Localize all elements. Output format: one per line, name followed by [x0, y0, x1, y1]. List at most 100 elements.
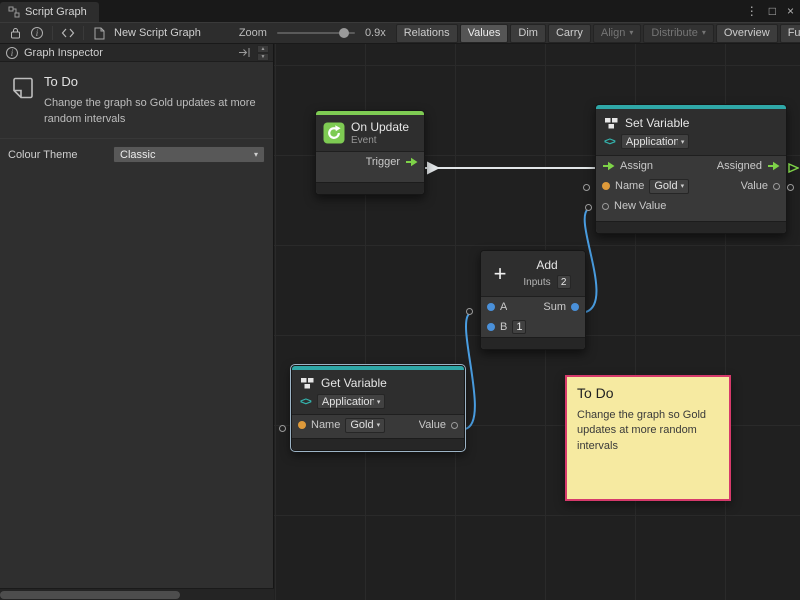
inspector-todo-text: Change the graph so Gold updates at more…	[44, 96, 256, 128]
get-name-outer-port[interactable]	[279, 425, 286, 432]
code-view-icon[interactable]	[58, 24, 78, 42]
align-button[interactable]: Align ▾	[593, 24, 641, 43]
maximize-icon[interactable]: □	[769, 4, 776, 18]
scope-value: Application	[626, 136, 678, 148]
distribute-button[interactable]: Distribute▾	[643, 24, 713, 43]
sum-output-port[interactable]	[571, 303, 579, 311]
assigned-port-label: Assigned	[717, 160, 762, 172]
inspector-header: i Graph Inspector ▲ ▼	[0, 44, 273, 62]
sticky-note-text: Change the graph so Gold updates at more…	[577, 408, 707, 454]
variables-icon	[300, 377, 315, 390]
node-title: Get Variable	[321, 376, 387, 390]
relations-button[interactable]: Relations	[396, 24, 458, 43]
script-graph-asset-icon	[89, 24, 109, 42]
distribute-label: Distribute	[651, 27, 697, 39]
value-port-label: Value	[419, 419, 446, 431]
dim-button[interactable]: Dim	[510, 24, 546, 43]
sum-port-label: Sum	[543, 301, 566, 313]
assign-input-port[interactable]	[602, 161, 615, 171]
trigger-output-port[interactable]	[405, 157, 418, 167]
assign-port-label: Assign	[620, 160, 653, 172]
colour-theme-dropdown[interactable]: Classic ▾	[113, 146, 265, 163]
a-input-port[interactable]	[487, 303, 495, 311]
info-icon: i	[31, 27, 43, 39]
dock-panel-icon[interactable]	[238, 47, 251, 58]
value-output-port[interactable]	[451, 422, 458, 429]
trigger-port-label: Trigger	[366, 156, 400, 168]
full-screen-button[interactable]: Full Screen	[780, 24, 800, 43]
zoom-slider-thumb[interactable]	[339, 28, 349, 38]
value-output-port[interactable]	[773, 183, 780, 190]
chevron-down-icon: ▾	[681, 182, 685, 190]
node-footer	[316, 182, 424, 194]
get-variable-node[interactable]: Get Variable <> Application ▾ Name	[291, 365, 465, 451]
values-button[interactable]: Values	[460, 24, 509, 43]
name-port-label: Name	[311, 419, 340, 431]
node-subtitle: Event	[351, 135, 409, 146]
scroll-down-icon[interactable]: ▼	[257, 53, 269, 61]
node-title: Set Variable	[625, 116, 689, 130]
graph-canvas[interactable]: On Update Event Trigger	[274, 44, 800, 600]
full-screen-label: Full Screen	[788, 27, 800, 39]
tab-script-graph[interactable]: Script Graph	[0, 2, 99, 22]
overview-button[interactable]: Overview	[716, 24, 778, 43]
set-variable-node[interactable]: Set Variable <> Application ▾	[595, 104, 787, 234]
name-input-port[interactable]	[298, 421, 306, 429]
new-value-outer-port[interactable]	[585, 204, 592, 211]
window-menu-icon[interactable]: ⋮	[746, 4, 758, 18]
zoom-slider[interactable]	[277, 32, 355, 34]
value-outer-port[interactable]	[787, 184, 794, 191]
graph-inspector-panel: i Graph Inspector ▲ ▼ To Do Change the g…	[0, 44, 274, 600]
scroll-up-icon[interactable]: ▲	[257, 45, 269, 53]
graph-name-label: New Script Graph	[114, 27, 201, 39]
new-value-port-label: New Value	[614, 200, 666, 212]
assigned-output-port[interactable]	[767, 161, 780, 171]
overview-label: Overview	[724, 27, 770, 39]
chevron-down-icon: ▾	[629, 29, 633, 37]
variable-name-dropdown[interactable]: Gold ▾	[345, 418, 385, 433]
tab-title: Script Graph	[25, 6, 87, 18]
on-update-icon	[323, 122, 345, 144]
colour-theme-label: Colour Theme	[8, 149, 113, 161]
wire-value-to-a[interactable]	[465, 314, 475, 429]
inspector-title: Graph Inspector	[24, 47, 103, 59]
zoom-value: 0.9x	[365, 27, 386, 39]
close-icon[interactable]: ×	[787, 4, 794, 18]
inspector-horizontal-scrollbar[interactable]	[0, 588, 274, 600]
new-value-input-port[interactable]	[602, 203, 609, 210]
b-value-field[interactable]: 1	[512, 320, 526, 334]
code-icon: <>	[300, 396, 311, 408]
sticky-note[interactable]: To Do Change the graph so Gold updates a…	[565, 375, 731, 501]
chevron-down-icon: ▾	[377, 398, 381, 406]
a-outer-port[interactable]	[466, 308, 473, 315]
inputs-count-field[interactable]: 2	[557, 275, 571, 289]
inspector-todo-title: To Do	[44, 74, 261, 89]
name-input-port[interactable]	[602, 182, 610, 190]
assigned-outer-port[interactable]	[787, 163, 799, 173]
variable-scope-dropdown[interactable]: Application ▾	[317, 394, 386, 409]
align-label: Align	[601, 27, 625, 39]
a-port-label: A	[500, 301, 507, 313]
scrollbar-thumb[interactable]	[0, 591, 180, 599]
on-update-node[interactable]: On Update Event Trigger	[315, 110, 425, 195]
note-icon	[11, 76, 35, 100]
wire-arrowhead	[427, 162, 440, 175]
info-icon: i	[6, 47, 18, 59]
add-node[interactable]: + Add Inputs 2 A Sum	[480, 250, 586, 350]
zoom-label: Zoom	[239, 27, 267, 39]
b-input-port[interactable]	[487, 323, 495, 331]
chevron-down-icon: ▾	[681, 138, 685, 146]
carry-button[interactable]: Carry	[548, 24, 591, 43]
inspector-toggle-icon[interactable]: i	[27, 24, 47, 42]
node-footer	[596, 221, 786, 233]
graph-toolbar: i New Script Graph Zoom 0.9x Relations V…	[0, 22, 800, 44]
variable-scope-dropdown[interactable]: Application ▾	[621, 134, 690, 149]
relations-label: Relations	[404, 27, 450, 39]
chevron-down-icon: ▾	[254, 150, 258, 159]
name-outer-port[interactable]	[583, 184, 590, 191]
toolbar-button-group: Relations Values Dim Carry Align ▾ Distri…	[396, 24, 800, 43]
variable-name-dropdown[interactable]: Gold ▾	[649, 179, 689, 194]
inspector-todo-section: To Do Change the graph so Gold updates a…	[0, 62, 273, 138]
lock-icon[interactable]	[5, 24, 25, 42]
colour-theme-value: Classic	[120, 149, 254, 161]
